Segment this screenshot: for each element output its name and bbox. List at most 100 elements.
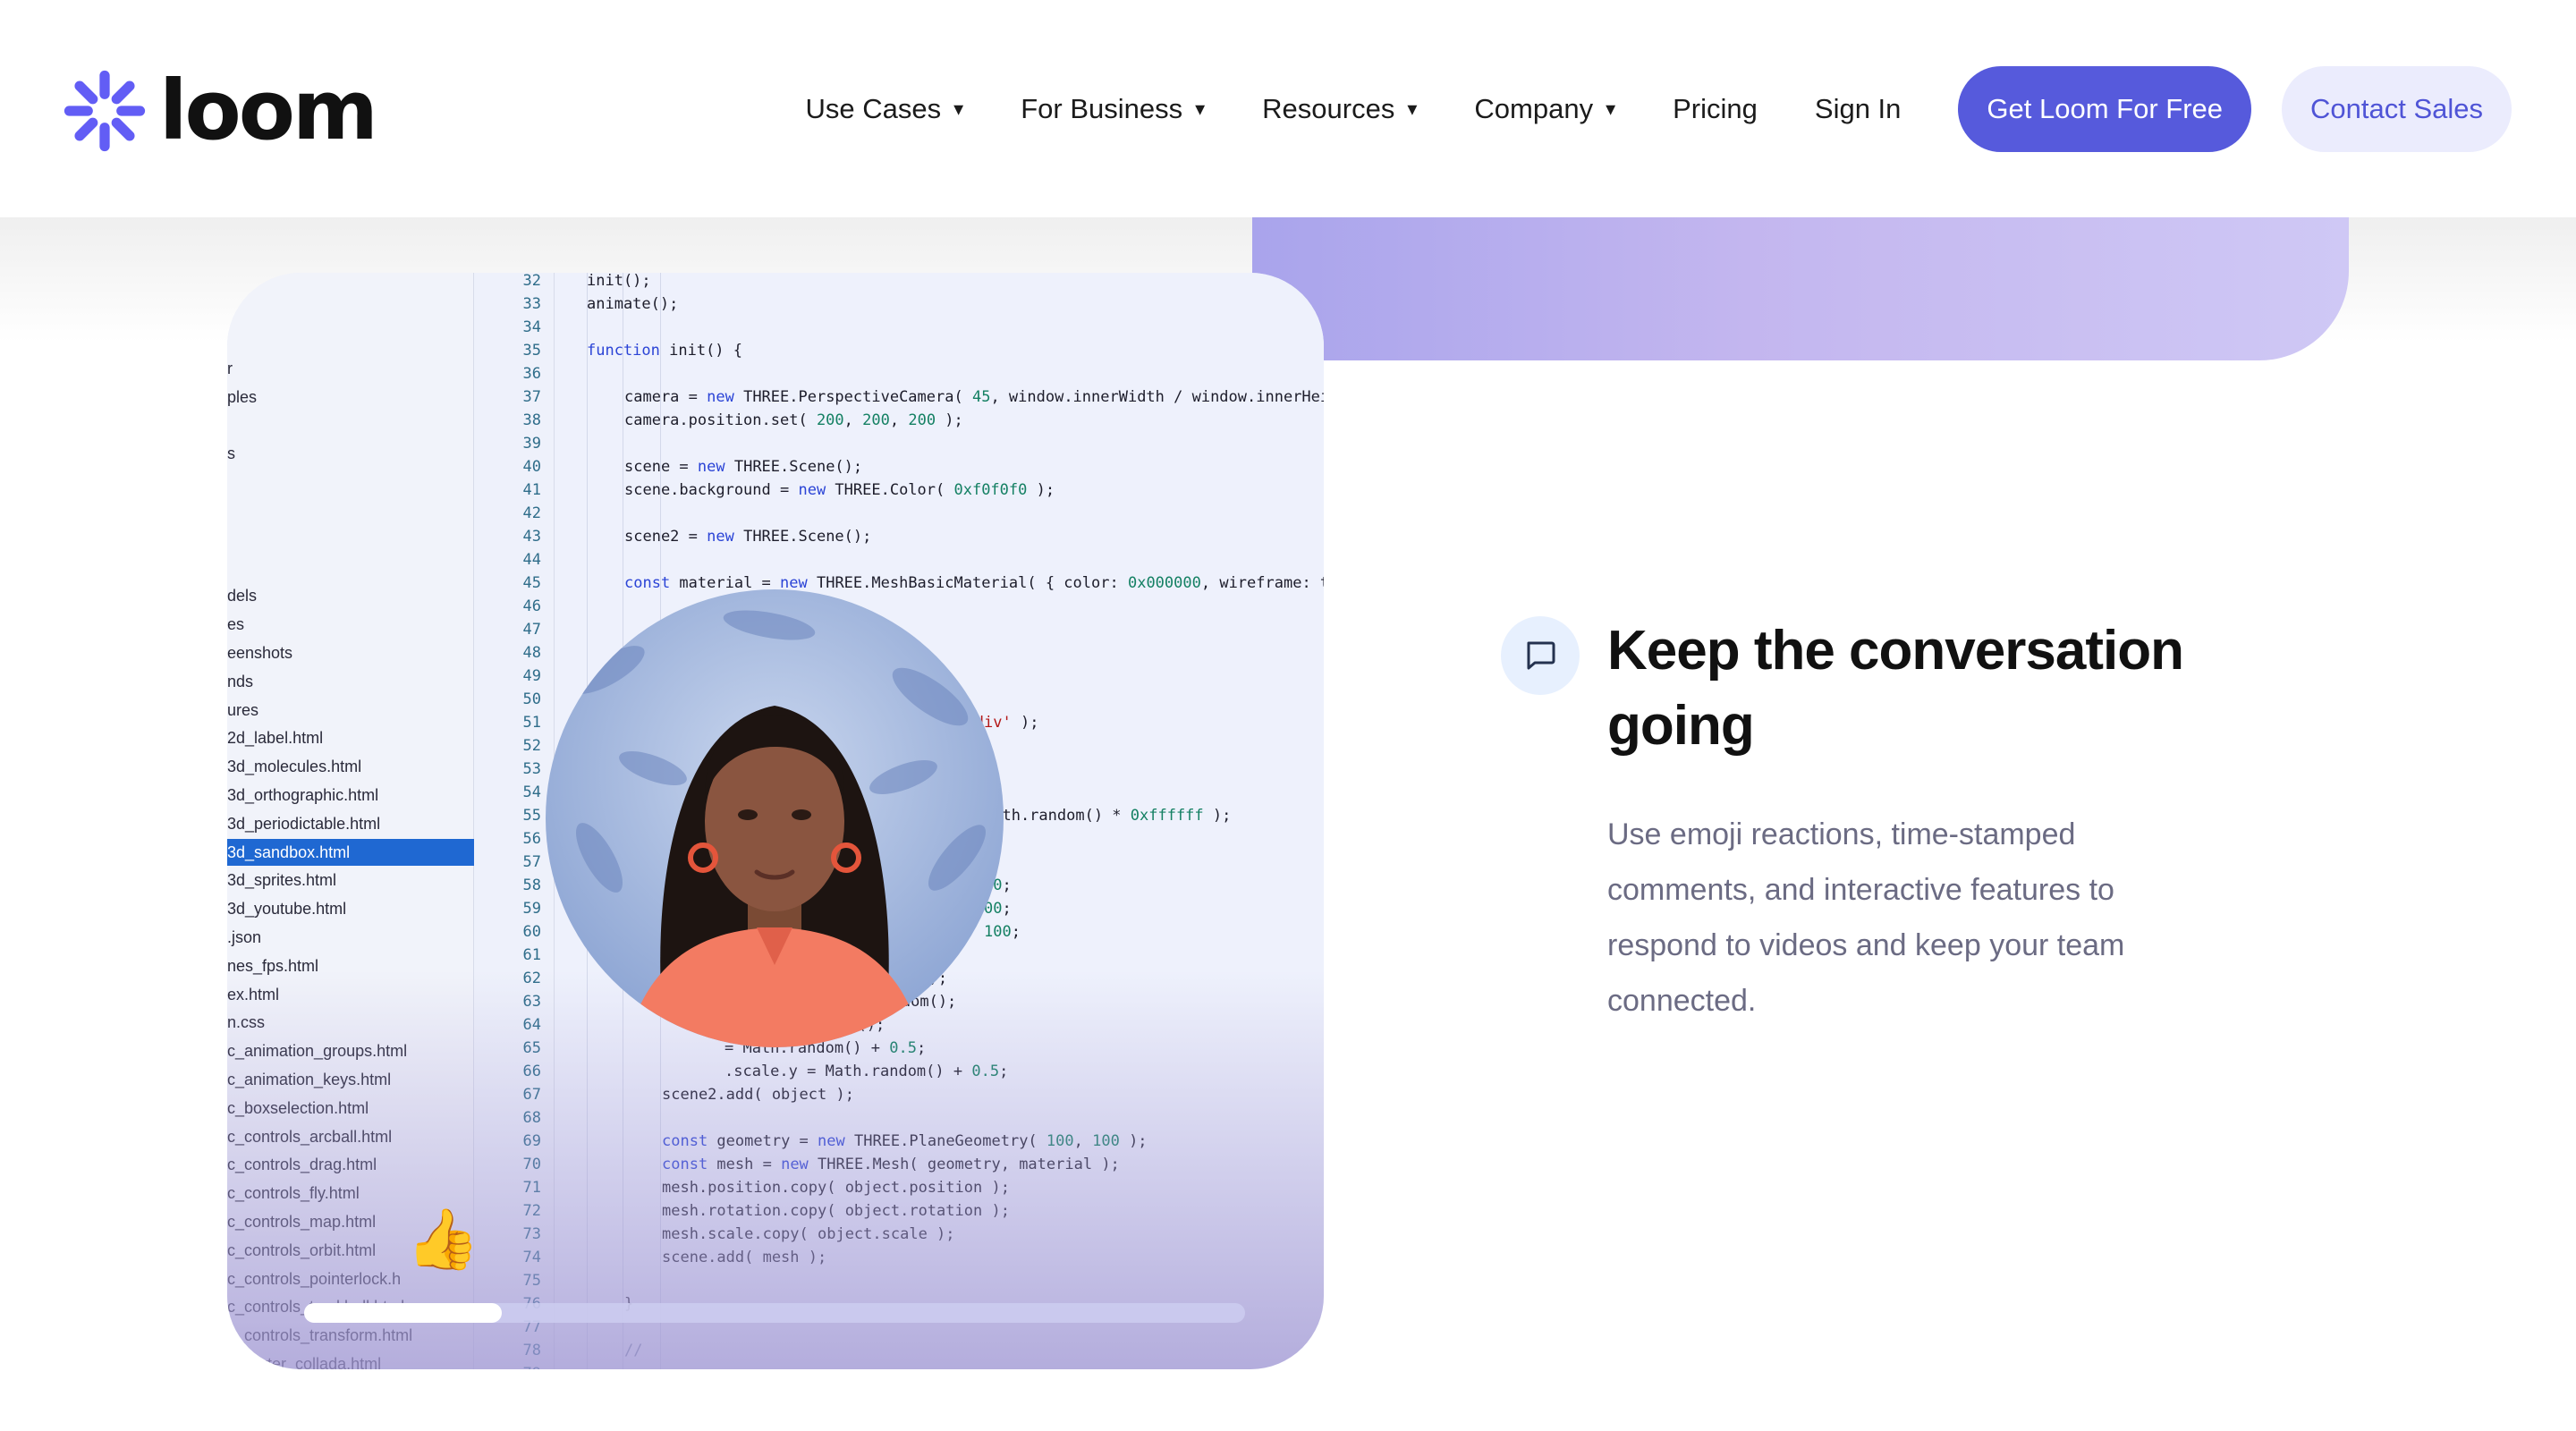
code-line: scene.background = new THREE.Color( 0xf0…	[624, 478, 1055, 502]
code-line: camera = new THREE.PerspectiveCamera( 45…	[624, 385, 1324, 409]
line-number: 33	[522, 295, 541, 313]
code-token: THREE.MeshBasicMaterial( { color:	[807, 574, 1128, 592]
code-token: function	[587, 342, 660, 360]
file-item: es	[227, 615, 245, 634]
code-token: 45	[971, 388, 991, 406]
line-number: 37	[522, 388, 541, 406]
nav-use-cases-label: Use Cases	[805, 93, 942, 124]
code-line: scene2 = new THREE.Scene();	[624, 525, 871, 548]
contact-sales-button[interactable]: Contact Sales	[2282, 66, 2512, 152]
loom-logo[interactable]: loom	[63, 66, 378, 156]
file-item: 2d_label.html	[227, 729, 324, 748]
caret-down-icon: ▾	[1407, 97, 1418, 120]
line-number: 39	[522, 435, 541, 453]
line-number: 48	[522, 644, 541, 662]
code-token: );	[936, 411, 963, 429]
line-number: 58	[522, 876, 541, 894]
line-number: 45	[522, 574, 541, 592]
line-number: 44	[522, 551, 541, 569]
code-token: );	[1027, 481, 1055, 499]
nav-pricing[interactable]: Pricing	[1673, 93, 1758, 125]
file-item: s	[227, 445, 235, 463]
file-item: 3d_molecules.html	[227, 758, 362, 776]
code-token: 0x000000	[1127, 574, 1201, 592]
thumbs-up-reaction[interactable]: 👍	[406, 1203, 479, 1274]
file-item: nds	[227, 672, 254, 690]
file-item: ures	[227, 700, 259, 719]
video-progress-bar[interactable]	[304, 1303, 1245, 1323]
code-token: scene2 =	[624, 528, 708, 546]
site-header: loom Use Cases ▾ For Business ▾ Resource…	[0, 0, 2576, 217]
nav-resources[interactable]: Resources ▾	[1262, 93, 1417, 125]
comment-icon	[1501, 616, 1580, 695]
code-line: function init() {	[587, 339, 742, 362]
line-number: 59	[522, 900, 541, 918]
speech-bubble-icon	[1527, 641, 1555, 670]
line-number: 35	[522, 342, 541, 360]
code-token: init() {	[659, 342, 743, 360]
code-token: scene =	[624, 458, 698, 476]
code-token: const	[624, 574, 671, 592]
code-line: init();	[587, 273, 651, 292]
code-line: animate();	[587, 292, 678, 316]
demo-video-player[interactable]: r ples s dels es eenshots nds ures 2d_label.html…	[227, 273, 1324, 1369]
code-token: ,	[889, 411, 909, 429]
nav-sign-in[interactable]: Sign In	[1815, 93, 1902, 125]
code-token: new	[707, 388, 734, 406]
file-item: 3d_sprites.html	[227, 871, 337, 890]
code-token: THREE.Color(	[826, 481, 954, 499]
nav-company-label: Company	[1474, 93, 1594, 124]
line-number: 46	[522, 597, 541, 615]
line-number: 42	[522, 504, 541, 522]
code-line: camera.position.set( 200, 200, 200 );	[624, 409, 963, 432]
line-number: 47	[522, 621, 541, 639]
code-token: ;	[1011, 923, 1021, 941]
code-token: THREE.Scene();	[724, 458, 863, 476]
file-item: eenshots	[227, 644, 293, 662]
code-token: 0xf0f0f0	[953, 481, 1028, 499]
nav-for-business[interactable]: For Business ▾	[1021, 93, 1205, 125]
line-number: 49	[522, 667, 541, 685]
code-token: 200	[908, 411, 936, 429]
line-number: 54	[522, 783, 541, 801]
get-loom-free-button[interactable]: Get Loom For Free	[1958, 66, 2251, 152]
line-number: 38	[522, 411, 541, 429]
code-token: , wireframe: true	[1200, 574, 1324, 592]
decorative-purple-card	[1252, 217, 2349, 360]
code-token: camera =	[624, 388, 708, 406]
line-number: 41	[522, 481, 541, 499]
code-token: camera.position.set(	[624, 411, 817, 429]
file-item-selected: 3d_sandbox.html	[227, 838, 474, 866]
code-token: );	[1203, 807, 1232, 825]
line-number: 51	[522, 714, 541, 732]
line-number: 52	[522, 737, 541, 755]
code-token: THREE.PerspectiveCamera(	[733, 388, 972, 406]
code-token: new	[697, 458, 725, 476]
code-token: 100	[984, 923, 1012, 941]
line-number: 61	[522, 946, 541, 964]
nav-sign-in-label: Sign In	[1814, 93, 1902, 124]
caret-down-icon: ▾	[1606, 97, 1616, 120]
code-token: );	[1011, 714, 1039, 732]
line-number: 34	[522, 318, 541, 336]
code-token: init();	[587, 273, 651, 290]
line-number: 56	[522, 830, 541, 848]
line-number: 40	[522, 458, 541, 476]
file-item: r	[227, 360, 233, 377]
code-token: animate();	[587, 295, 679, 313]
nav-use-cases[interactable]: Use Cases ▾	[806, 93, 964, 125]
nav-for-business-label: For Business	[1021, 93, 1183, 124]
code-token: new	[798, 481, 826, 499]
code-token: 200	[862, 411, 890, 429]
nav-company[interactable]: Company ▾	[1474, 93, 1615, 125]
caret-down-icon: ▾	[953, 97, 964, 120]
video-progress-fill	[304, 1303, 502, 1323]
file-item: dels	[227, 587, 258, 605]
presenter-camera-bubble[interactable]	[546, 589, 1004, 1047]
nav-pricing-label: Pricing	[1673, 93, 1758, 124]
code-token: ;	[1002, 900, 1012, 918]
loom-mark-icon	[64, 70, 146, 152]
line-number: 53	[522, 760, 541, 778]
code-token: scene.background =	[624, 481, 799, 499]
file-item: 3d_orthographic.html	[227, 786, 379, 804]
